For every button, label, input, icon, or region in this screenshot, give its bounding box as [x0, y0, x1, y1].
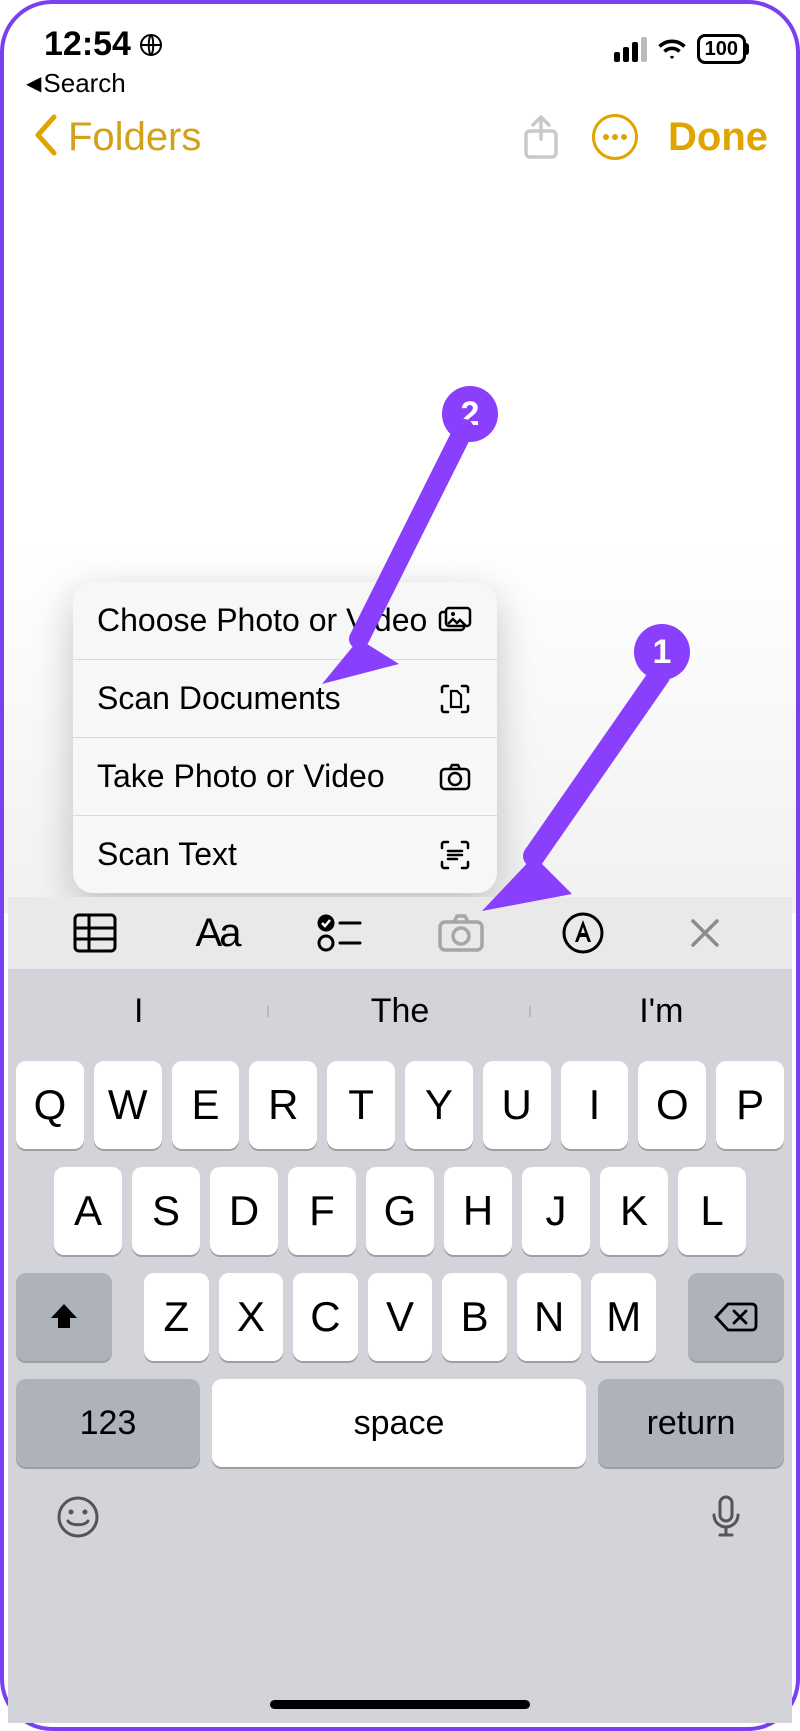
camera-icon [437, 759, 473, 795]
scan-text-icon [437, 837, 473, 873]
predictive-text-bar: I The I'm [8, 969, 792, 1053]
cellular-signal-icon [614, 37, 647, 62]
photos-icon [437, 603, 473, 639]
scan-document-icon [437, 681, 473, 717]
status-bar: 12:54 100 [4, 4, 796, 64]
done-button[interactable]: Done [668, 115, 768, 160]
status-right: 100 [614, 34, 746, 64]
key-q[interactable]: Q [16, 1061, 84, 1149]
key-w[interactable]: W [94, 1061, 162, 1149]
camera-button[interactable] [437, 909, 485, 957]
key-e[interactable]: E [172, 1061, 240, 1149]
breadcrumb[interactable]: ◀ Search [4, 64, 796, 99]
caret-left-icon: ◀ [26, 71, 41, 96]
keyboard: Q W E R T Y U I O P A S D F G H J K L Z … [8, 1049, 792, 1723]
menu-item-choose-photo[interactable]: Choose Photo or Video [73, 582, 497, 660]
close-toolbar-button[interactable] [681, 909, 729, 957]
prediction-2[interactable]: The [269, 992, 530, 1031]
menu-item-label: Choose Photo or Video [97, 602, 427, 639]
status-time: 12:54 [44, 25, 163, 64]
key-s[interactable]: S [132, 1167, 200, 1255]
key-y[interactable]: Y [405, 1061, 473, 1149]
menu-item-scan-text[interactable]: Scan Text [73, 816, 497, 893]
key-d[interactable]: D [210, 1167, 278, 1255]
key-f[interactable]: F [288, 1167, 356, 1255]
dictation-button[interactable] [708, 1493, 744, 1541]
back-label: Folders [68, 115, 201, 160]
key-v[interactable]: V [368, 1273, 433, 1361]
key-n[interactable]: N [517, 1273, 582, 1361]
key-backspace[interactable] [688, 1273, 784, 1361]
prediction-1[interactable]: I [8, 992, 269, 1031]
menu-item-take-photo[interactable]: Take Photo or Video [73, 738, 497, 816]
key-a[interactable]: A [54, 1167, 122, 1255]
key-return[interactable]: return [598, 1379, 784, 1467]
location-icon [139, 33, 163, 57]
navigation-bar: Folders Done [4, 99, 796, 173]
key-c[interactable]: C [293, 1273, 358, 1361]
text-format-button[interactable]: Aa [193, 909, 241, 957]
menu-item-scan-documents[interactable]: Scan Documents [73, 660, 497, 738]
wifi-icon [657, 34, 687, 64]
key-x[interactable]: X [219, 1273, 284, 1361]
emoji-button[interactable] [56, 1495, 100, 1539]
key-g[interactable]: G [366, 1167, 434, 1255]
key-i[interactable]: I [561, 1061, 629, 1149]
key-h[interactable]: H [444, 1167, 512, 1255]
key-t[interactable]: T [327, 1061, 395, 1149]
more-button[interactable] [592, 114, 638, 160]
menu-item-label: Take Photo or Video [97, 758, 385, 795]
key-b[interactable]: B [442, 1273, 507, 1361]
battery-indicator: 100 [697, 34, 746, 64]
back-button[interactable]: Folders [32, 115, 201, 160]
key-k[interactable]: K [600, 1167, 668, 1255]
key-o[interactable]: O [638, 1061, 706, 1149]
key-l[interactable]: L [678, 1167, 746, 1255]
format-toolbar: Aa [8, 897, 792, 969]
key-p[interactable]: P [716, 1061, 784, 1149]
key-r[interactable]: R [249, 1061, 317, 1149]
share-button[interactable] [520, 113, 562, 161]
key-m[interactable]: M [591, 1273, 656, 1361]
camera-context-menu: Choose Photo or Video Scan Documents Tak… [73, 582, 497, 893]
status-clock: 12:54 [44, 25, 131, 64]
key-numbers[interactable]: 123 [16, 1379, 200, 1467]
home-indicator[interactable] [270, 1700, 530, 1709]
table-button[interactable] [71, 909, 119, 957]
key-space[interactable]: space [212, 1379, 586, 1467]
key-u[interactable]: U [483, 1061, 551, 1149]
menu-item-label: Scan Text [97, 836, 237, 873]
menu-item-label: Scan Documents [97, 680, 341, 717]
markup-button[interactable] [559, 909, 607, 957]
key-j[interactable]: J [522, 1167, 590, 1255]
annotation-badge-2: 2 [442, 386, 498, 442]
prediction-3[interactable]: I'm [531, 992, 792, 1031]
checklist-button[interactable] [315, 909, 363, 957]
key-shift[interactable] [16, 1273, 112, 1361]
annotation-badge-1: 1 [634, 624, 690, 680]
breadcrumb-label: Search [43, 68, 125, 99]
key-z[interactable]: Z [144, 1273, 209, 1361]
chevron-left-icon [32, 113, 60, 157]
